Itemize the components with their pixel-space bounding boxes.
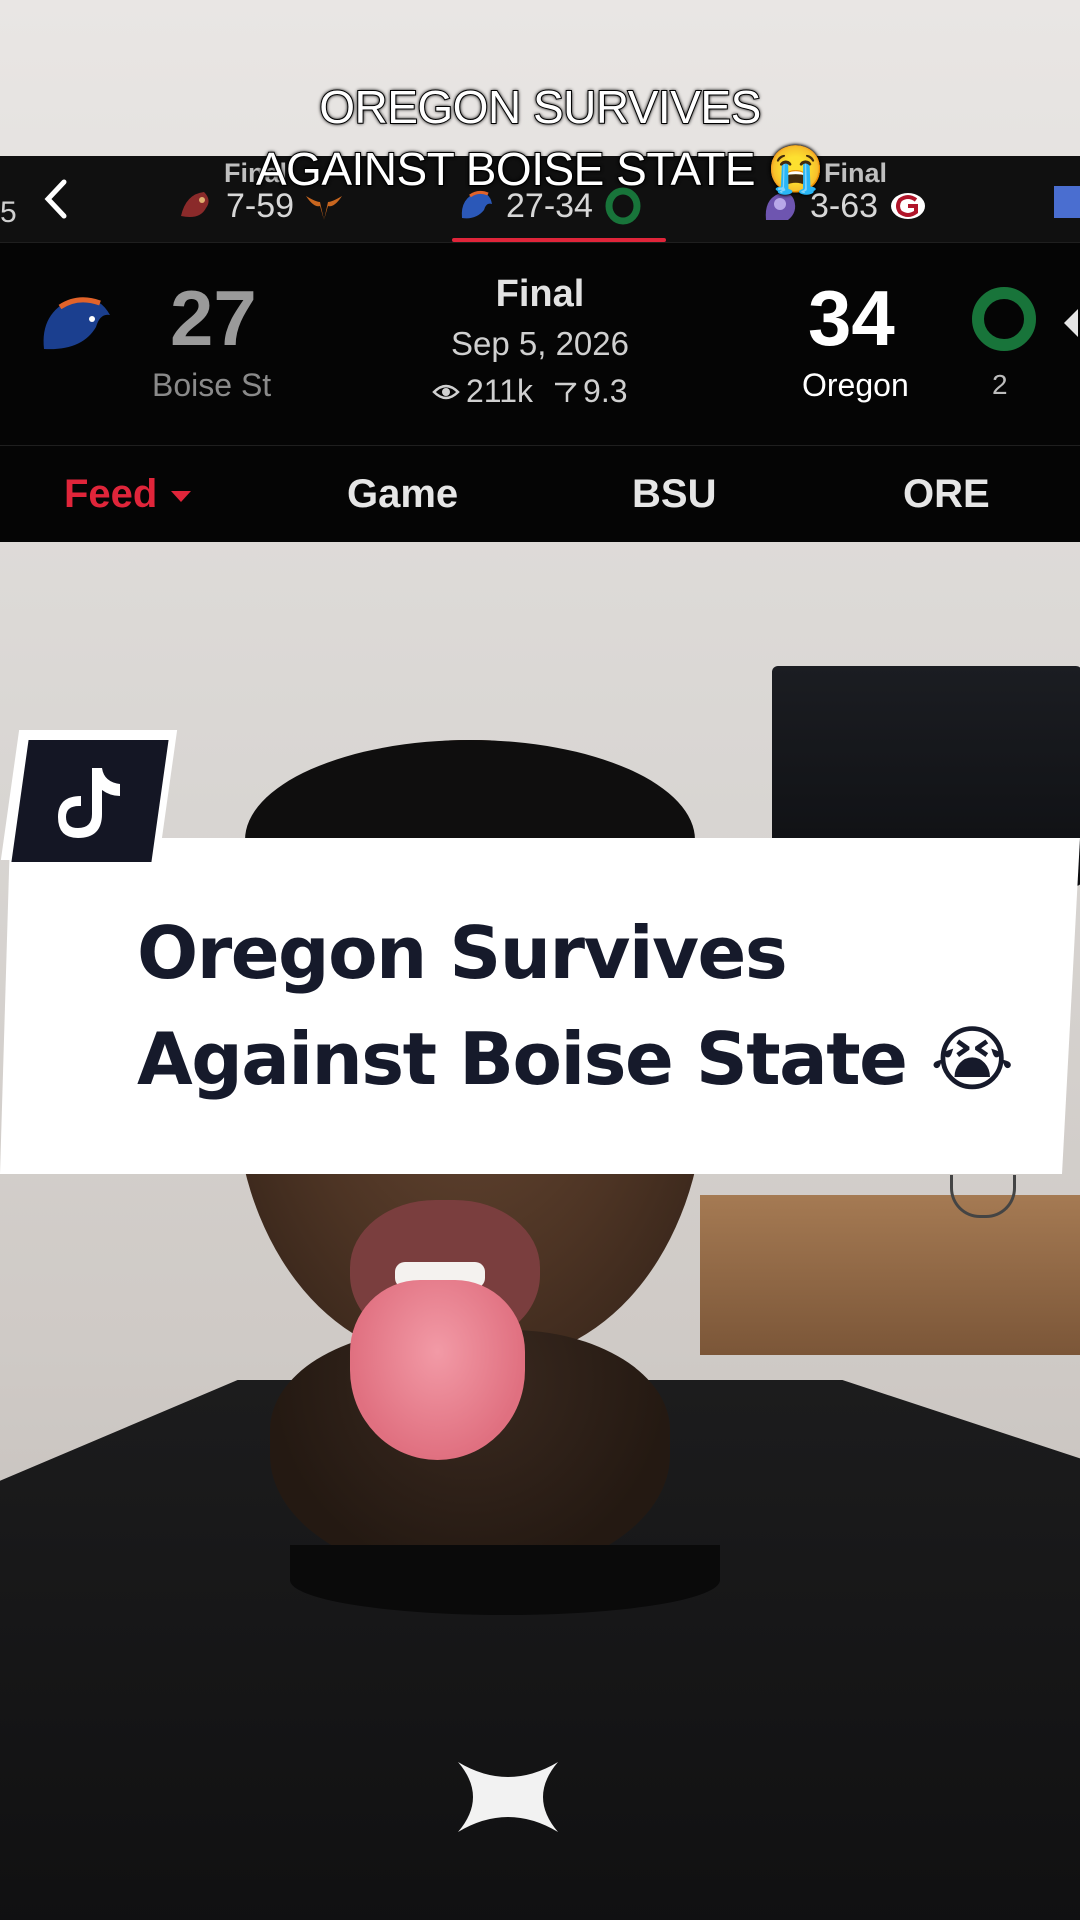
oregon-o-logo[interactable] [968, 287, 1040, 351]
tab-bar: Feed Game BSU ORE [0, 446, 1080, 542]
wooden-shelf [700, 1195, 1080, 1355]
card-title-line2: Against Boise State 😭 [137, 1017, 1014, 1101]
tab-game[interactable]: Game [347, 472, 458, 517]
tab-feed-label: Feed [64, 472, 158, 516]
game-status: Final [495, 273, 585, 315]
views-count: 211k [466, 373, 534, 409]
video-caption-line1: OREGON SURVIVES [318, 80, 762, 134]
away-team-name[interactable]: Boise St [152, 367, 271, 404]
home-score: 34 [808, 274, 895, 362]
dropdown-caret-icon [171, 490, 192, 502]
video-caption: OREGON SURVIVES AGAINST BOISE STATE 😭 [0, 76, 1080, 200]
filter-funnel-icon [555, 382, 577, 402]
collapse-arrow-icon[interactable] [1060, 303, 1080, 343]
home-team-rank: 2 [992, 369, 1008, 400]
views-stat: 211k [432, 373, 533, 410]
card-title-line1: Oregon Survives [137, 911, 788, 995]
previous-game-fragment[interactable]: 5 [0, 196, 17, 230]
rating-stat: 9.3 [553, 373, 628, 410]
eye-icon [432, 384, 460, 399]
home-team-name[interactable]: Oregon [802, 367, 909, 404]
game-meta: 211k 9.3 [432, 373, 628, 410]
game-date: Sep 5, 2026 [451, 325, 629, 362]
rating-value: 9.3 [583, 373, 628, 409]
tiktok-icon [58, 768, 120, 838]
tab-ore[interactable]: ORE [903, 472, 990, 517]
scoreboard: 27 Boise St Final Sep 5, 2026 211k 9.3 3… [0, 242, 1080, 446]
video-caption-line2: AGAINST BOISE STATE 😭 [255, 142, 826, 196]
shirt-collar [290, 1545, 720, 1615]
card-title: Oregon Survives Against Boise State 😭 [137, 900, 1037, 1112]
tab-bsu[interactable]: BSU [632, 472, 716, 517]
person-tongue [350, 1280, 525, 1460]
tab-feed[interactable]: Feed [64, 472, 192, 517]
under-armour-logo-icon [458, 1762, 558, 1832]
